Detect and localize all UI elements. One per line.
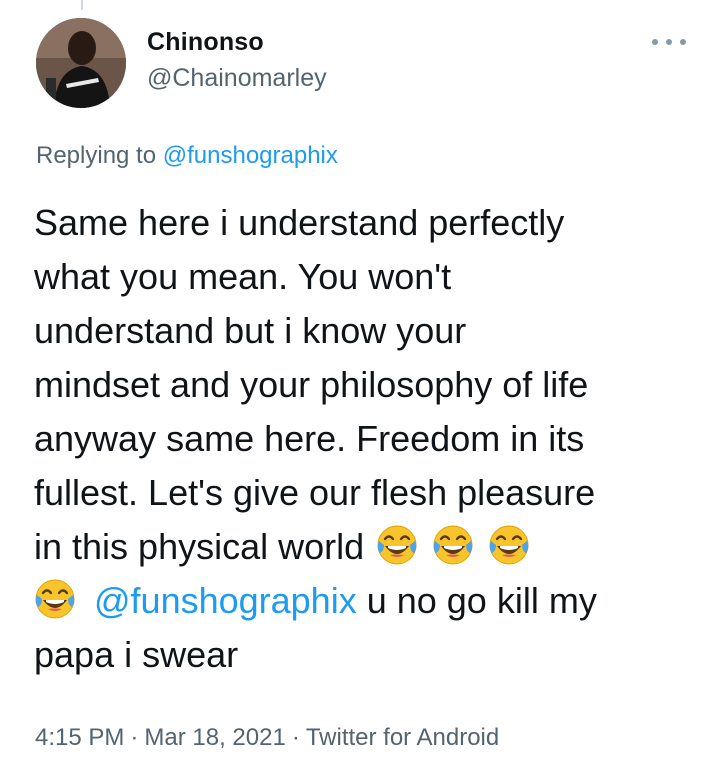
tweet-text-fragment: in this physical world: [34, 526, 365, 567]
tears-of-joy-emoji-icon: [376, 524, 418, 566]
tweet-metadata: 4:15 PM · Mar 18, 2021 · Twitter for Android: [35, 724, 499, 752]
tears-of-joy-emoji-icon: [34, 578, 76, 620]
more-horizontal-icon: [652, 39, 658, 45]
reply-context: Replying to @funshographix: [36, 142, 338, 170]
tweet-text-line: anyway same here. Freedom in its: [34, 418, 585, 459]
tweet-text-line: Same here i understand perfectly: [34, 202, 565, 243]
tweet-text-fragment: u no go kill my: [356, 580, 597, 621]
display-name[interactable]: Chinonso: [147, 28, 264, 57]
more-options-button[interactable]: [652, 32, 686, 52]
tweet-mention-link[interactable]: @funshographix: [94, 580, 357, 621]
thread-connector-line: [81, 0, 83, 10]
more-horizontal-icon-dot: [680, 39, 686, 45]
reply-mention-link[interactable]: @funshographix: [163, 142, 338, 169]
tweet-text-line: fullest. Let's give our flesh pleasure: [34, 472, 596, 513]
tweet-text-line: mindset and your philosophy of life: [34, 364, 589, 405]
tweet-text-line-with-mention: @funshographix u no go kill my: [34, 574, 704, 628]
tweet-text: Same here i understand perfectly what yo…: [34, 196, 704, 682]
tweet-text-line-with-emoji: in this physical world: [34, 520, 704, 574]
tweet-text-line: papa i swear: [34, 634, 239, 675]
tweet-source-link[interactable]: Twitter for Android: [306, 724, 499, 751]
reply-context-label: Replying to: [36, 142, 163, 169]
tweet-text-line: understand but i know your: [34, 310, 467, 351]
tears-of-joy-emoji-icon: [488, 524, 530, 566]
tears-of-joy-emoji-icon: [432, 524, 474, 566]
tweet-time[interactable]: 4:15 PM: [35, 724, 124, 751]
meta-separator: ·: [291, 724, 300, 751]
user-handle[interactable]: @Chainomarley: [147, 64, 327, 93]
tweet-text-line: what you mean. You won't: [34, 256, 452, 297]
tweet-date[interactable]: Mar 18, 2021: [144, 724, 285, 751]
meta-separator: ·: [130, 724, 139, 751]
tweet-header: Chinonso @Chainomarley: [36, 18, 686, 110]
avatar[interactable]: [36, 18, 126, 108]
more-horizontal-icon-dot: [666, 39, 672, 45]
